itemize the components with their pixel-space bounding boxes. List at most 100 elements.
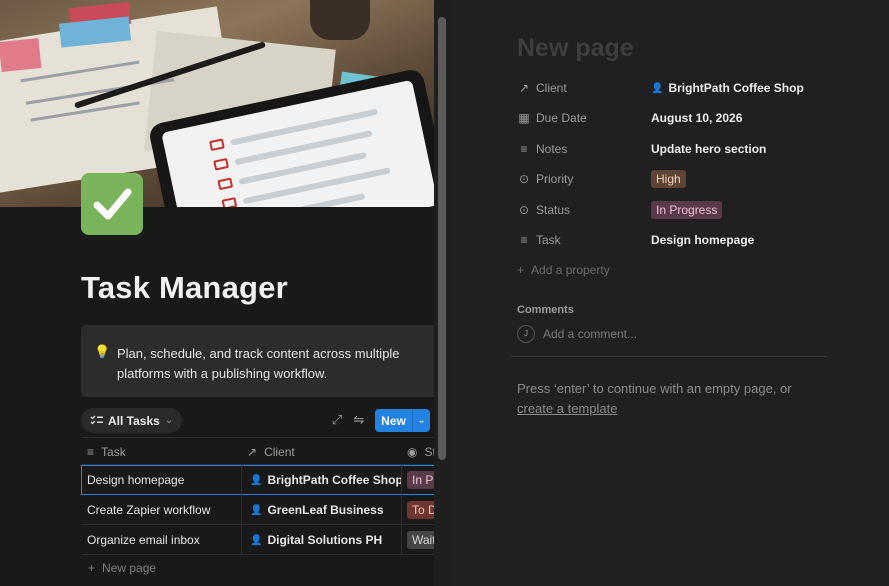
status-circle-icon: ◉: [407, 445, 418, 459]
status-circle-icon: ⊙: [518, 203, 530, 217]
property-notes[interactable]: ≡ Notes Update hero section: [517, 137, 887, 161]
cover-checkbox-shape: [209, 138, 225, 152]
status-cell[interactable]: Waiting: [401, 525, 434, 555]
client-name: GreenLeaf Business: [267, 503, 384, 517]
property-name: Client: [536, 81, 567, 95]
status-tag: In Progress: [407, 471, 434, 489]
select-circle-icon: ⊙: [518, 172, 530, 186]
task-cell[interactable]: Design homepage: [87, 465, 237, 495]
status-tag: To Do: [407, 501, 434, 519]
client-cell[interactable]: 👤 GreenLeaf Business: [241, 495, 401, 525]
property-task[interactable]: ≡ Task Design homepage: [517, 228, 887, 252]
callout-block[interactable]: 💡 Plan, schedule, and track content acro…: [81, 325, 434, 397]
add-property-button[interactable]: + Add a property: [517, 263, 610, 277]
client-value: BrightPath Coffee Shop: [668, 81, 804, 95]
task-cell[interactable]: Organize email inbox: [87, 525, 237, 555]
property-value[interactable]: Design homepage: [651, 233, 754, 247]
page-title[interactable]: Task Manager: [81, 270, 288, 306]
cover-sticky-note: [0, 37, 42, 73]
column-header-status[interactable]: ◉ Status: [407, 438, 434, 466]
tasks-table: ≡ Task ↗ Client ◉ Status Design homepage…: [81, 437, 434, 555]
relation-arrow-icon: ↗: [247, 445, 258, 459]
cover-cup-shape: [310, 0, 370, 40]
table-row[interactable]: Create Zapier workflow 👤 GreenLeaf Busin…: [81, 495, 434, 525]
status-tag: Waiting: [407, 531, 434, 549]
property-priority[interactable]: ⊙ Priority High: [517, 167, 887, 191]
text-lines-icon: ≡: [87, 445, 95, 459]
status-tag: In Progress: [651, 201, 723, 219]
new-page-label: New page: [102, 561, 157, 575]
property-value[interactable]: In Progress: [651, 201, 723, 219]
priority-tag: High: [651, 170, 686, 188]
property-name: Priority: [536, 172, 574, 186]
client-name: BrightPath Coffee Shop: [267, 473, 401, 487]
view-tab-all-tasks[interactable]: All Tasks ⌄: [81, 408, 183, 433]
client-name: Digital Solutions PH: [267, 533, 383, 547]
add-new-page-row[interactable]: + New page: [88, 561, 156, 575]
page-icon-checkmark[interactable]: [81, 173, 143, 235]
relation-arrow-icon: ↗: [518, 81, 530, 95]
new-page-peek-panel: New page ↗ Client 👤 BrightPath Coffee Sh…: [450, 0, 889, 586]
column-header-label: Status: [424, 445, 434, 459]
comments-heading: Comments: [517, 304, 574, 316]
column-header-client[interactable]: ↗ Client: [247, 438, 397, 466]
client-cell[interactable]: 👤 BrightPath Coffee Shop: [241, 465, 401, 495]
column-header-label: Client: [264, 445, 295, 459]
property-name: Status: [536, 203, 571, 217]
property-value[interactable]: 👤 BrightPath Coffee Shop: [651, 81, 804, 95]
text-lines-icon: ≡: [520, 233, 528, 247]
create-template-link[interactable]: create a template: [517, 401, 617, 416]
callout-text: Plan, schedule, and track content across…: [117, 346, 400, 381]
cover-bar-shape: [230, 108, 379, 146]
property-name: Notes: [536, 142, 568, 156]
filter-settings-icon[interactable]: ⇋: [350, 411, 368, 429]
scrollbar-thumb[interactable]: [438, 17, 446, 460]
text-lines-icon: ≡: [520, 142, 528, 156]
person-icon: 👤: [250, 474, 263, 486]
property-value[interactable]: Update hero section: [651, 142, 766, 156]
plus-icon: +: [88, 561, 96, 575]
status-cell[interactable]: To Do: [401, 495, 434, 525]
property-value[interactable]: High: [651, 170, 686, 188]
property-due-date[interactable]: ▦ Due Date August 10, 2026: [517, 106, 887, 130]
add-property-label: Add a property: [531, 263, 610, 277]
cover-checkbox-shape: [217, 177, 234, 191]
client-cell[interactable]: 👤 Digital Solutions PH: [241, 525, 401, 555]
property-name: Due Date: [536, 111, 587, 125]
chevron-down-icon: ⌄: [164, 415, 174, 426]
column-header-label: Task: [101, 445, 126, 459]
hint-text: Press ‘enter’ to continue with an empty …: [517, 381, 792, 396]
page-cover-image[interactable]: [0, 0, 434, 207]
avatar: J: [517, 325, 535, 343]
status-cell[interactable]: In Progress: [401, 465, 434, 495]
expand-icon[interactable]: ⤢: [328, 411, 346, 429]
lightbulb-icon: 💡: [94, 344, 111, 359]
page-title-input[interactable]: New page: [517, 34, 634, 63]
person-icon: 👤: [250, 534, 263, 546]
person-icon: 👤: [250, 504, 263, 516]
new-button-label: New: [381, 413, 406, 428]
task-cell[interactable]: Create Zapier workflow: [87, 495, 237, 525]
checklist-icon: [90, 415, 103, 425]
property-status[interactable]: ⊙ Status In Progress: [517, 198, 887, 222]
database-page-pane: Task Manager 💡 Plan, schedule, and track…: [0, 0, 434, 586]
comment-input[interactable]: Add a comment...: [543, 327, 637, 341]
table-header: ≡ Task ↗ Client ◉ Status: [81, 437, 434, 465]
chevron-down-icon[interactable]: ⌄: [413, 415, 430, 426]
check-mark-icon: [93, 188, 132, 220]
column-header-task[interactable]: ≡ Task: [87, 438, 237, 466]
new-record-button[interactable]: New ⌄: [375, 409, 430, 432]
vertical-scrollbar[interactable]: [434, 0, 450, 586]
empty-page-hint: Press ‘enter’ to continue with an empty …: [517, 379, 792, 419]
divider: [511, 356, 826, 357]
table-row[interactable]: Design homepage 👤 BrightPath Coffee Shop…: [81, 465, 434, 495]
property-name: Task: [536, 233, 561, 247]
property-client[interactable]: ↗ Client 👤 BrightPath Coffee Shop: [517, 76, 887, 100]
property-value[interactable]: August 10, 2026: [651, 111, 742, 125]
plus-icon: +: [517, 263, 525, 277]
cover-checkbox-shape: [221, 197, 238, 207]
calendar-icon: ▦: [518, 111, 530, 125]
table-row[interactable]: Organize email inbox 👤 Digital Solutions…: [81, 525, 434, 555]
cover-checkbox-shape: [213, 157, 229, 171]
comment-input-row[interactable]: J Add a comment...: [517, 325, 637, 343]
